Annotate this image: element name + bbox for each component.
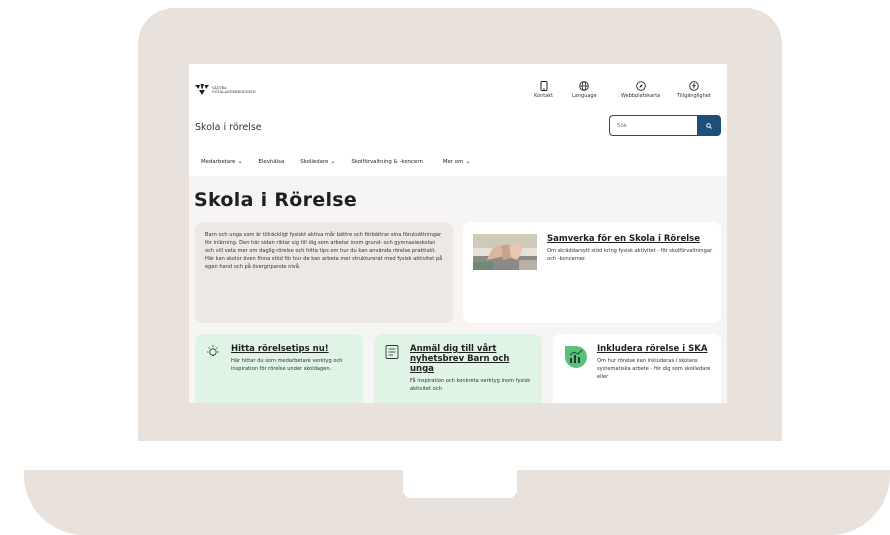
chevron-down-icon: ⌄ [330,158,336,165]
accessibility-icon [689,81,699,91]
search-icon [706,122,712,129]
vgr-logo[interactable]: VÄSTRA GÖTALANDSREGIONEN [195,84,256,95]
card-title[interactable]: Inkludera rörelse i SKA [597,344,711,354]
page-title: Skola i Rörelse [194,189,358,211]
search-form [609,115,721,136]
utility-link-language[interactable]: Language [572,81,597,99]
utility-label: Language [572,93,597,99]
feature-card-title[interactable]: Samverka för en Skola i Rörelse [547,234,713,244]
utility-label: Kontakt [534,93,554,99]
utility-link-webbplatskarta[interactable]: Webbplatskarta [621,81,660,99]
search-button[interactable] [697,115,721,136]
utility-link-kontakt[interactable]: Kontakt [534,81,553,99]
chart-icon [565,346,587,368]
utility-label: Tillgänglighet [677,93,711,99]
laptop-notch [403,470,517,498]
newsletter-icon [385,345,399,359]
feature-card-image [473,234,537,270]
logo-line-2: GÖTALANDSREGIONEN [212,89,256,94]
lightbulb-icon [207,345,219,356]
intro-text: Barn och unga som är tillräckligt fysisk… [205,232,443,270]
card-description: Om hur rörelse kan inkluderas i skolans … [597,358,711,380]
main-nav: Medarbetare ⌄ Elevhälsa Skolledare ⌄ Skolf… [201,158,471,166]
phone-icon [540,81,548,91]
intro-box: Barn och unga som är tillräckligt fysisk… [195,222,453,323]
site-name[interactable]: Skola i rörelse [195,122,262,133]
card-description: Här hittar du som medarbetare verktyg oc… [231,358,343,372]
card-title[interactable]: Anmäl dig till vårt nyhetsbrev Barn och … [410,344,532,374]
chevron-down-icon: ⌄ [465,158,471,165]
card-title[interactable]: Hitta rörelsetips nu! [231,344,353,354]
compass-icon [635,81,646,91]
utility-link-tillganglighet[interactable]: Tillgänglighet [677,81,711,99]
nav-item-medarbetare[interactable]: Medarbetare ⌄ [201,158,243,166]
card-rorelsetips[interactable]: Hitta rörelsetips nu! Här hittar du som … [195,334,363,403]
nav-item-mer-om[interactable]: Mer om ⌄ [443,158,471,166]
globe-icon [579,81,590,91]
search-input[interactable] [609,115,697,136]
website: VÄSTRA GÖTALANDSREGIONEN Kontakt Languag… [189,76,727,403]
feature-card[interactable]: Samverka för en Skola i Rörelse Om skräd… [463,222,721,323]
utility-label: Webbplatskarta [621,93,661,99]
laptop-screen: VÄSTRA GÖTALANDSREGIONEN Kontakt Languag… [189,64,727,403]
card-description: Få inspiration och konkreta verktyg inom… [410,378,531,392]
feature-card-description: Om skräddarsytt stöd kring fysisk aktivi… [547,248,713,262]
card-ska[interactable]: Inkludera rörelse i SKA Om hur rörelse k… [553,334,721,403]
chevron-down-icon: ⌄ [237,158,243,165]
nav-item-skolledare[interactable]: Skolledare ⌄ [300,158,336,166]
main-content: Skola i Rörelse Barn och unga som är til… [189,176,727,403]
card-nyhetsbrev[interactable]: Anmäl dig till vårt nyhetsbrev Barn och … [374,334,542,403]
nav-item-skolforvaltning[interactable]: Skolförvaltning & -koncern [351,159,422,165]
logo-mark-icon [195,84,209,95]
nav-item-elevhalsa[interactable]: Elevhälsa [259,159,285,165]
